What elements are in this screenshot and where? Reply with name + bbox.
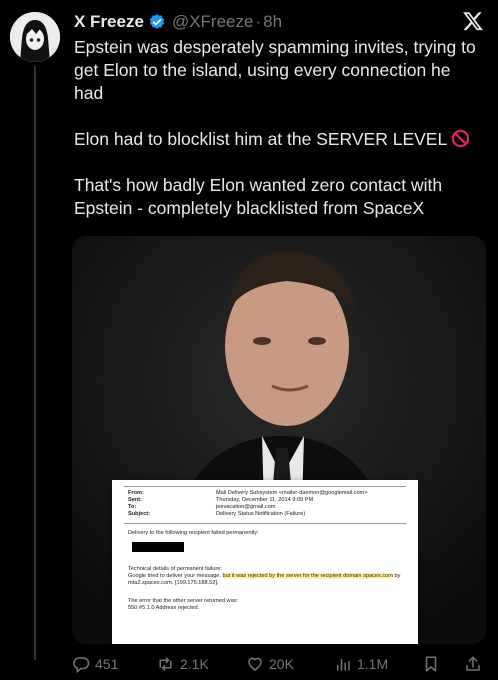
email-header-key: Subject: — [128, 511, 151, 517]
redacted-address — [132, 542, 184, 552]
like-count: 20K — [269, 656, 294, 672]
reply-icon — [73, 657, 90, 673]
email-tech-heading: Technical details of permanent failure: — [128, 566, 222, 572]
email-intro: Delivery to the following recipient fail… — [128, 530, 259, 536]
tweet-header: X Freeze @XFreeze · 8h — [74, 10, 484, 34]
author-name[interactable]: X Freeze — [74, 12, 144, 32]
repost-icon — [159, 657, 172, 671]
email-error-heading: The error that the other server returned… — [128, 598, 239, 604]
email-header-value: Mail Delivery Subsystem <mailer-daemon@g… — [216, 490, 368, 496]
email-header-value: jeevacation@gmail.com — [216, 504, 276, 510]
divider — [124, 486, 406, 487]
views-count: 1.1M — [357, 656, 389, 672]
reply-button[interactable]: 451 — [72, 650, 118, 678]
email-error-code: 550 #5.1.0 Address rejected. — [128, 605, 200, 611]
action-bar: 451 2.1K 20K 1.1M — [72, 650, 486, 678]
x-logo-icon — [463, 12, 483, 31]
tweet-paragraph: Elon had to blocklist him at the SERVER … — [74, 128, 484, 151]
avatar[interactable] — [10, 12, 60, 62]
repost-count: 2.1K — [180, 656, 209, 672]
bookmark-icon — [425, 656, 437, 672]
like-button[interactable]: 20K — [246, 650, 294, 678]
bookmark-button[interactable] — [422, 650, 445, 678]
email-header-value: Thursday, December 11, 2014 9:09 PM — [216, 497, 314, 503]
tweet-paragraph: That's how badly Elon wanted zero contac… — [74, 175, 443, 218]
tweet-paragraph: Epstein was desperately spamming invites… — [74, 37, 476, 103]
heart-icon — [248, 657, 262, 671]
email-header-value: Delivery Status Notification (Failure) — [216, 511, 306, 517]
email-header: From: Mail Delivery Subsystem <mailer-da… — [128, 490, 406, 518]
prohibited-icon — [451, 129, 470, 148]
email-tech-details: Google tried to deliver your message, bu… — [128, 573, 404, 587]
views-button[interactable]: 1.1M — [334, 650, 388, 678]
share-button[interactable] — [464, 650, 487, 678]
email-header-key: From: — [128, 490, 144, 496]
thread-line — [34, 66, 36, 660]
email-highlight: but it was rejected by the server for th… — [222, 573, 393, 579]
verified-badge-icon — [149, 14, 165, 29]
views-icon — [337, 658, 350, 671]
tweet-paragraph-text: Elon had to blocklist him at the SERVER … — [74, 129, 448, 149]
email-screenshot: From: Mail Delivery Subsystem <mailer-da… — [112, 480, 418, 644]
divider — [124, 523, 406, 524]
reply-count: 451 — [95, 656, 119, 672]
email-tech-pre: Google tried to deliver your message, — [128, 573, 223, 579]
separator-dot: · — [255, 12, 262, 31]
timestamp[interactable]: 8h — [263, 12, 282, 32]
share-icon — [466, 656, 480, 671]
email-header-key: Sent: — [128, 497, 142, 503]
author-handle[interactable]: @XFreeze — [172, 12, 254, 32]
email-header-key: To: — [128, 504, 137, 510]
tweet-text: Epstein was desperately spamming invites… — [74, 36, 484, 220]
repost-button[interactable]: 2.1K — [156, 650, 209, 678]
media-image[interactable]: From: Mail Delivery Subsystem <mailer-da… — [72, 236, 486, 644]
